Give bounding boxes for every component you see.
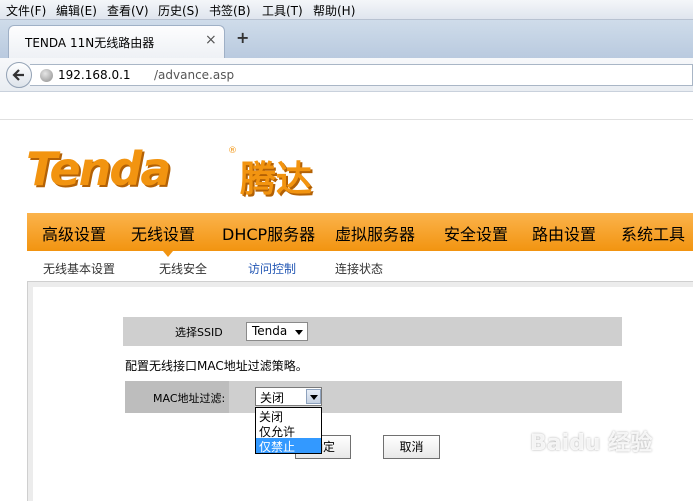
nav-advanced[interactable]: 高级设置 bbox=[42, 221, 106, 245]
nav-wireless[interactable]: 无线设置 bbox=[131, 221, 195, 245]
nav-security[interactable]: 安全设置 bbox=[444, 221, 508, 245]
new-tab-icon[interactable]: + bbox=[236, 28, 249, 47]
menu-help[interactable]: 帮助(H) bbox=[313, 2, 355, 19]
tab-strip: TENDA 11N无线路由器 × + bbox=[0, 20, 693, 58]
back-button[interactable] bbox=[6, 62, 32, 88]
address-bar[interactable]: 192.168.0.1 /advance.asp bbox=[30, 64, 693, 86]
chevron-down-icon bbox=[295, 330, 303, 335]
option-allow-only[interactable]: 仅允许 bbox=[256, 423, 321, 439]
browser-tab[interactable]: TENDA 11N无线路由器 × bbox=[8, 25, 225, 58]
content-inner: 选择SSID Tenda 配置无线接口MAC地址过滤策略。 MAC地址过滤: 关… bbox=[33, 287, 693, 501]
active-caret-icon bbox=[163, 251, 173, 257]
mac-filter-dropdown: 关闭 仅允许 仅禁止 bbox=[255, 407, 322, 454]
mac-filter-row: MAC地址过滤: 关闭 bbox=[125, 381, 622, 413]
menu-view[interactable]: 查看(V) bbox=[107, 2, 149, 19]
mac-filter-select[interactable]: 关闭 bbox=[255, 387, 322, 406]
browser-menubar: 文件(F) 编辑(E) 查看(V) 历史(S) 书签(B) 工具(T) 帮助(H… bbox=[0, 0, 693, 20]
logo-registered-mark: ® bbox=[228, 146, 237, 156]
address-host: 192.168.0.1 bbox=[58, 68, 131, 82]
nav-routing[interactable]: 路由设置 bbox=[532, 221, 596, 245]
filter-description: 配置无线接口MAC地址过滤策略。 bbox=[125, 359, 308, 373]
ssid-select[interactable]: Tenda bbox=[246, 322, 308, 341]
subnav-wireless-security[interactable]: 无线安全 bbox=[159, 260, 207, 277]
sub-nav: 无线基本设置 无线安全 访问控制 连接状态 bbox=[27, 251, 693, 281]
subnav-access-control[interactable]: 访问控制 bbox=[248, 260, 296, 277]
menu-file[interactable]: 文件(F) bbox=[6, 2, 46, 19]
menu-bookmarks[interactable]: 书签(B) bbox=[209, 2, 251, 19]
option-off[interactable]: 关闭 bbox=[256, 408, 321, 424]
ssid-row: 选择SSID Tenda bbox=[123, 317, 622, 346]
mac-label-cell: MAC地址过滤: bbox=[125, 381, 229, 413]
mac-filter-value: 关闭 bbox=[260, 391, 285, 405]
main-nav: 高级设置 无线设置 DHCP服务器 虚拟服务器 安全设置 路由设置 系统工具 bbox=[27, 213, 693, 251]
mac-filter-label: MAC地址过滤: bbox=[153, 392, 226, 405]
subnav-connection-status[interactable]: 连接状态 bbox=[335, 260, 383, 277]
ssid-label: 选择SSID bbox=[175, 326, 223, 339]
menu-tools[interactable]: 工具(T) bbox=[262, 2, 303, 19]
navigation-bar: 192.168.0.1 /advance.asp bbox=[0, 58, 693, 92]
nav-virtual-server[interactable]: 虚拟服务器 bbox=[335, 221, 415, 245]
nav-system-tools[interactable]: 系统工具 bbox=[621, 221, 685, 245]
dropdown-arrow-button[interactable] bbox=[306, 389, 321, 404]
bookmark-bar bbox=[0, 92, 693, 120]
menu-history[interactable]: 历史(S) bbox=[158, 2, 199, 19]
option-deny-only[interactable]: 仅禁止 bbox=[256, 438, 321, 454]
ssid-select-value: Tenda bbox=[252, 324, 288, 338]
nav-dhcp[interactable]: DHCP服务器 bbox=[222, 221, 315, 245]
logo-text-cn: 腾达 bbox=[240, 159, 313, 200]
back-arrow-icon bbox=[12, 69, 24, 81]
close-icon[interactable]: × bbox=[205, 32, 217, 48]
chevron-down-icon bbox=[310, 395, 318, 400]
logo-text-en: Tenda bbox=[26, 142, 171, 196]
subnav-wireless-basic[interactable]: 无线基本设置 bbox=[43, 260, 115, 277]
content-panel: 选择SSID Tenda 配置无线接口MAC地址过滤策略。 MAC地址过滤: 关… bbox=[27, 281, 693, 501]
baidu-watermark: Baidu 经验 bbox=[530, 431, 653, 456]
address-path: /advance.asp bbox=[154, 68, 235, 82]
cancel-button[interactable]: 取消 bbox=[383, 435, 440, 459]
tab-title: TENDA 11N无线路由器 bbox=[25, 36, 155, 50]
globe-icon bbox=[40, 69, 53, 82]
menu-edit[interactable]: 编辑(E) bbox=[56, 2, 97, 19]
tenda-logo: Tenda ® 腾达 bbox=[26, 142, 312, 200]
